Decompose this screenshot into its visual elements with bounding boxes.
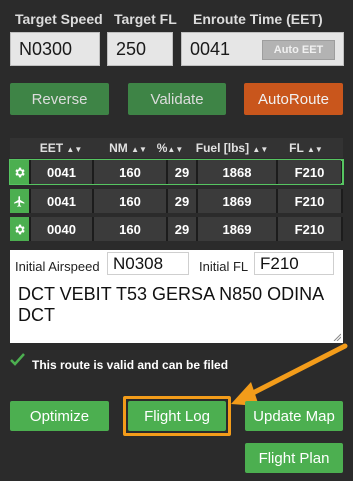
gear-icon[interactable] (10, 217, 29, 241)
column-header-fuel[interactable]: Fuel [lbs] ▲▼ (188, 141, 276, 155)
cell-fl: F210 (276, 217, 341, 241)
validate-button[interactable]: Validate (128, 83, 226, 115)
plane-icon[interactable] (10, 189, 29, 213)
route-textarea[interactable]: DCT VEBIT T53 GERSA N850 ODINA DCT (18, 284, 333, 326)
cell-fuel: 1868 (196, 160, 276, 184)
target-speed-label: Target Speed (15, 11, 103, 27)
eet-label: Enroute Time (EET) (193, 11, 323, 27)
column-header-fl[interactable]: FL ▲▼ (272, 141, 340, 155)
cell-nm: 160 (92, 217, 166, 241)
column-header-eet[interactable]: EET ▲▼ (32, 141, 90, 155)
update-map-button[interactable]: Update Map (245, 401, 343, 431)
cell-fuel: 1869 (196, 189, 276, 213)
auto-eet-button[interactable]: Auto EET (262, 40, 335, 60)
route-valid-message: This route is valid and can be filed (32, 358, 229, 372)
reverse-button[interactable]: Reverse (10, 83, 109, 115)
table-row[interactable]: 0041 160 29 1869 F210 (10, 189, 343, 213)
initial-airspeed-label: Initial Airspeed (15, 259, 100, 274)
initial-fl-input[interactable]: F210 (254, 252, 334, 275)
eet-input[interactable]: 0041 Auto EET (181, 32, 344, 66)
route-text-line: DCT VEBIT T53 GERSA N850 ODINA (18, 284, 325, 304)
cell-fl: F210 (276, 189, 341, 213)
checkmark-icon (10, 353, 25, 366)
autoroute-button[interactable]: AutoRoute (244, 83, 343, 115)
route-text-line: DCT (18, 305, 55, 325)
cell-fl: F210 (276, 160, 341, 184)
target-speed-input[interactable]: N0300 (10, 32, 100, 66)
cell-fuel: 1869 (196, 217, 276, 241)
initial-airspeed-input[interactable]: N0308 (107, 252, 189, 275)
gear-icon[interactable] (10, 160, 29, 184)
cell-nm: 160 (92, 160, 166, 184)
target-fl-input[interactable]: 250 (107, 32, 173, 66)
table-row[interactable]: 0041 160 29 1868 F210 (9, 159, 344, 185)
cell-eet: 0041 (29, 189, 92, 213)
route-panel: Initial Airspeed N0308 Initial FL F210 D… (10, 250, 343, 343)
column-header-nm[interactable]: NM ▲▼ (92, 141, 164, 155)
cell-percent: 29 (166, 160, 196, 184)
initial-fl-label: Initial FL (199, 259, 249, 274)
table-row[interactable]: 0040 160 29 1869 F210 (10, 217, 343, 241)
results-table-header: EET ▲▼ NM ▲▼ %▲▼ Fuel [lbs] ▲▼ FL ▲▼ (10, 138, 343, 158)
flight-plan-button[interactable]: Flight Plan (245, 443, 343, 473)
cell-nm: 160 (92, 189, 166, 213)
target-fl-label: Target FL (114, 11, 177, 27)
eet-value: 0041 (190, 39, 231, 59)
cell-percent: 29 (166, 217, 196, 241)
column-header-percent[interactable]: %▲▼ (156, 141, 184, 155)
cell-eet: 0040 (29, 217, 92, 241)
flight-log-button[interactable]: Flight Log (128, 401, 226, 431)
optimize-button[interactable]: Optimize (10, 401, 109, 431)
cell-percent: 29 (166, 189, 196, 213)
cell-eet: 0041 (29, 160, 92, 184)
